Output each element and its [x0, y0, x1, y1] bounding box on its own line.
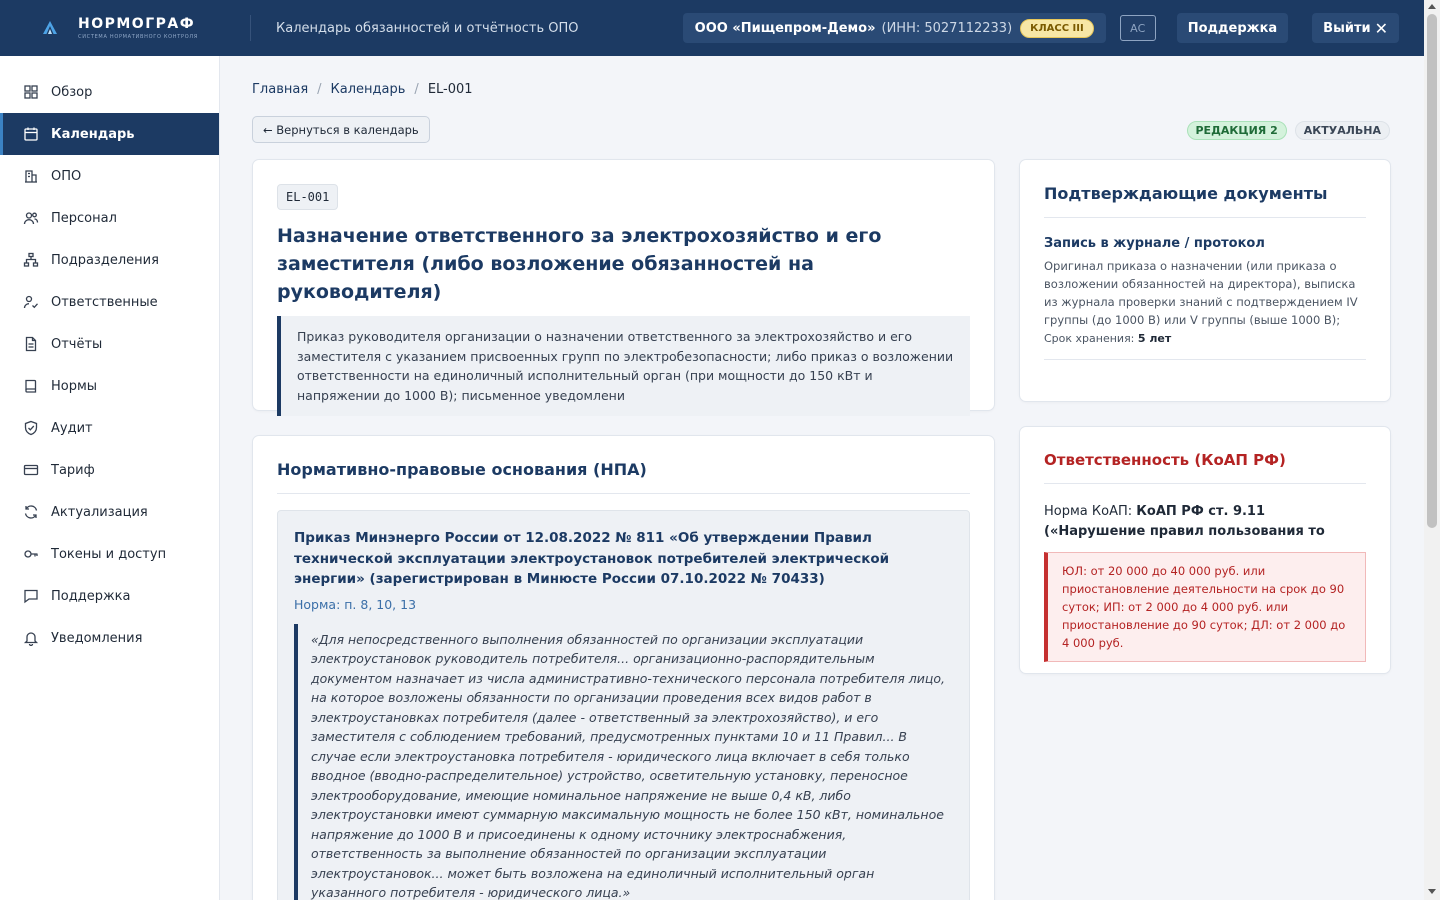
sidebar-item-label: Тариф: [51, 462, 95, 478]
logout-button-label: Выйти: [1323, 20, 1371, 36]
support-button[interactable]: Поддержка: [1176, 13, 1289, 43]
logout-button[interactable]: Выйти ✕: [1312, 13, 1399, 43]
bell-icon: [23, 630, 39, 646]
sidebar-item-overview[interactable]: Обзор: [0, 71, 219, 113]
npa-section-title: Нормативно-правовые основания (НПА): [277, 460, 970, 494]
sidebar-item-label: Нормы: [51, 378, 98, 394]
sidebar-item-label: Токены и доступ: [51, 546, 167, 562]
npa-card: Нормативно-правовые основания (НПА) Прик…: [252, 435, 995, 900]
back-to-calendar-button[interactable]: ← Вернуться в календарь: [252, 116, 430, 143]
breadcrumb-calendar-link[interactable]: Календарь: [331, 82, 406, 97]
scroll-thumb[interactable]: [1427, 14, 1437, 528]
retention-value: 5 лет: [1137, 332, 1172, 345]
npa-act: Приказ Минэнерго России от 12.08.2022 № …: [277, 510, 970, 900]
breadcrumb-current: EL-001: [427, 82, 473, 97]
shield-check-icon: [23, 420, 39, 436]
logo-mark-icon: [43, 21, 57, 34]
people-icon: [23, 210, 39, 226]
sidebar-item-label: Ответственные: [51, 294, 158, 310]
sidebar-item-notifications[interactable]: Уведомления: [0, 617, 219, 659]
sidebar-item-calendar[interactable]: Календарь: [0, 113, 219, 155]
breadcrumb-separator: /: [317, 82, 322, 97]
scroll-up-arrow-icon[interactable]: [1428, 4, 1436, 9]
sidebar-item-label: Поддержка: [51, 588, 131, 604]
logo-name: НОРМОГРАФ: [78, 16, 196, 32]
key-icon: [23, 546, 39, 562]
top-bar: НОРМОГРАФ СИСТЕМА НОРМАТИВНОГО КОНТРОЛЯ …: [0, 0, 1424, 56]
scroll-down-arrow-icon[interactable]: [1428, 889, 1436, 894]
close-icon: ✕: [1374, 18, 1388, 38]
card-icon: [23, 462, 39, 478]
sidebar-item-label: Подразделения: [51, 252, 159, 268]
koap-norm: Норма КоАП: КоАП РФ ст. 9.11 («Нарушение…: [1044, 502, 1366, 542]
organization-inn: (ИНН: 5027112233): [881, 20, 1013, 36]
sidebar-item-actualization[interactable]: Актуализация: [0, 491, 219, 533]
book-icon: [23, 378, 39, 394]
sidebar-item-reports[interactable]: Отчёты: [0, 323, 219, 365]
sidebar-item-label: ОПО: [51, 168, 82, 184]
building-icon: [23, 168, 39, 184]
status-badge: АКТУАЛЬНА: [1294, 121, 1390, 140]
breadcrumb: Главная / Календарь / EL-001: [252, 82, 473, 97]
sidebar: Обзор Календарь ОПО Персонал Подразделен…: [0, 56, 220, 900]
breadcrumb-home-link[interactable]: Главная: [252, 82, 308, 97]
sidebar-item-label: Отчёты: [51, 336, 103, 352]
user-check-icon: [23, 294, 39, 310]
logo[interactable]: НОРМОГРАФ СИСТЕМА НОРМАТИВНОГО КОНТРОЛЯ: [42, 16, 250, 40]
supporting-documents-card: Подтверждающие документы Запись в журнал…: [1019, 159, 1391, 402]
sidebar-item-opo[interactable]: ОПО: [0, 155, 219, 197]
sidebar-item-audit[interactable]: Аудит: [0, 407, 219, 449]
koap-norm-label: Норма КоАП:: [1044, 504, 1133, 519]
sidebar-item-departments[interactable]: Подразделения: [0, 239, 219, 281]
npa-quote: «Для непосредственного выполнения обязан…: [294, 623, 953, 900]
document-retention: Срок хранения: 5 лет: [1044, 332, 1366, 360]
sidebar-item-responsible[interactable]: Ответственные: [0, 281, 219, 323]
sidebar-item-label: Обзор: [51, 84, 93, 100]
liability-section-title: Ответственность (КоАП РФ): [1044, 451, 1366, 484]
refresh-icon: [23, 504, 39, 520]
sidebar-item-tokens[interactable]: Токены и доступ: [0, 533, 219, 575]
sidebar-item-label: Календарь: [51, 126, 135, 142]
sidebar-item-label: Персонал: [51, 210, 117, 226]
liability-card: Ответственность (КоАП РФ) Норма КоАП: Ко…: [1019, 426, 1391, 674]
document-item-description: Оригинал приказа о назначении (или прика…: [1044, 259, 1358, 327]
sidebar-item-label: Уведомления: [51, 630, 143, 646]
calendar-icon: [23, 126, 39, 142]
obligation-code: EL-001: [277, 184, 339, 210]
accessibility-button[interactable]: АС: [1119, 15, 1156, 41]
organization-selector[interactable]: ООО «Пищепром-Демо» (ИНН: 5027112233) КЛ…: [682, 13, 1106, 43]
sidebar-item-label: Актуализация: [51, 504, 148, 520]
organization-name: ООО «Пищепром-Демо»: [694, 20, 876, 36]
topbar-divider: [250, 15, 251, 41]
koap-penalty-box: ЮЛ: от 20 000 до 40 000 руб. или приоста…: [1044, 552, 1366, 662]
page-section-title: Календарь обязанностей и отчётность ОПО: [276, 20, 579, 36]
sidebar-item-support[interactable]: Поддержка: [0, 575, 219, 617]
revision-badge: РЕДАКЦИЯ 2: [1186, 121, 1287, 140]
obligation-card: EL-001 Назначение ответственного за элек…: [252, 159, 995, 416]
document-item-title: Запись в журнале / протокол: [1044, 236, 1265, 251]
obligation-title: Назначение ответственного за электрохозя…: [277, 225, 882, 303]
hazard-class-badge: КЛАСС III: [1020, 18, 1094, 38]
breadcrumb-separator: /: [414, 82, 419, 97]
support-button-label: Поддержка: [1187, 20, 1278, 36]
sidebar-item-tariff[interactable]: Тариф: [0, 449, 219, 491]
status-badges: РЕДАКЦИЯ 2 АКТУАЛЬНА: [1179, 121, 1390, 140]
documents-section-title: Подтверждающие документы: [1044, 184, 1366, 218]
hierarchy-icon: [23, 252, 39, 268]
npa-norm-reference: Норма: п. 8, 10, 13: [294, 596, 417, 612]
grid-icon: [23, 84, 39, 100]
npa-act-title: Приказ Минэнерго России от 12.08.2022 № …: [294, 530, 890, 587]
sidebar-item-label: Аудит: [51, 420, 93, 436]
logo-subtitle: СИСТЕМА НОРМАТИВНОГО КОНТРОЛЯ: [78, 34, 198, 40]
retention-label: Срок хранения:: [1044, 332, 1135, 345]
chat-icon: [23, 588, 39, 604]
page-scrollbar[interactable]: [1424, 0, 1440, 900]
obligation-description: Приказ руководителя организации о назнач…: [277, 316, 970, 416]
sidebar-item-norms[interactable]: Нормы: [0, 365, 219, 407]
document-icon: [23, 336, 39, 352]
sidebar-item-personnel[interactable]: Персонал: [0, 197, 219, 239]
